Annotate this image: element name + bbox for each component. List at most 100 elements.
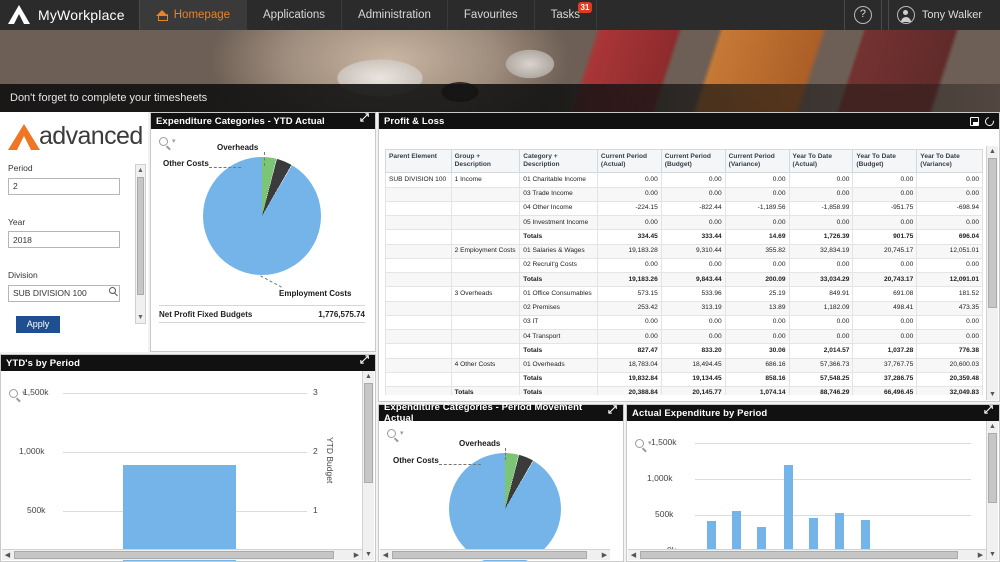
scroll-thumb[interactable] bbox=[14, 551, 334, 559]
cell-group bbox=[450, 257, 521, 274]
table-header-cell-1[interactable]: Group + Description bbox=[450, 149, 521, 174]
zoom-icon[interactable] bbox=[635, 439, 644, 448]
actual-vertical-scrollbar[interactable]: ▲ ▼ bbox=[986, 421, 998, 560]
table-header-cell-2[interactable]: Category + Description bbox=[519, 149, 598, 174]
scroll-up-arrow[interactable]: ▲ bbox=[987, 421, 998, 432]
scroll-up-arrow[interactable]: ▲ bbox=[136, 165, 145, 176]
table-row[interactable]: 03 Trade Income 0.00 0.00 0.00 0.00 0.00 0.00 bbox=[385, 186, 983, 202]
scroll-left-arrow[interactable]: ◀ bbox=[2, 550, 13, 561]
ytd-vertical-scrollbar[interactable]: ▲ ▼ bbox=[362, 371, 374, 560]
profit-loss-table-scroll[interactable]: Parent Element Group + Description Category… bbox=[385, 149, 983, 395]
scroll-down-arrow[interactable]: ▼ bbox=[363, 549, 374, 560]
pie-chart-expenditure-ytd[interactable] bbox=[203, 157, 321, 275]
profit-loss-vertical-scrollbar[interactable]: ▲ ▼ bbox=[986, 146, 998, 400]
bar-period-1[interactable] bbox=[707, 521, 716, 551]
nav-item-tasks[interactable]: Tasks 31 bbox=[535, 0, 597, 30]
panel-header-profit-loss: Profit & Loss bbox=[379, 113, 999, 129]
bar-period-2[interactable] bbox=[732, 511, 741, 551]
actual-horizontal-scrollbar[interactable]: ◀ ▶ bbox=[628, 549, 986, 560]
division-input[interactable] bbox=[8, 284, 120, 302]
cell-value-2: 13.89 bbox=[724, 300, 790, 316]
table-row[interactable]: 04 Other Income -224.15 -822.44 -1,189.56 -1… bbox=[385, 200, 983, 217]
scroll-thumb[interactable] bbox=[640, 551, 958, 559]
sidebar-scrollbar[interactable]: ▲ ▼ bbox=[135, 164, 146, 324]
scroll-right-arrow[interactable]: ▶ bbox=[599, 550, 610, 561]
table-header-cell-8[interactable]: Year To Date (Variance) bbox=[916, 149, 983, 174]
save-icon[interactable] bbox=[970, 116, 979, 126]
refresh-icon[interactable] bbox=[983, 114, 996, 128]
table-row[interactable]: 2 Employment Costs 01 Salaries & Wages 19,… bbox=[385, 243, 983, 259]
table-row[interactable]: Totals 334.45 333.44 14.69 1,726.39 901.75 696… bbox=[385, 229, 983, 245]
scroll-left-arrow[interactable]: ◀ bbox=[628, 550, 639, 561]
table-row[interactable]: 03 IT 0.00 0.00 0.00 0.00 0.00 0.00 bbox=[385, 314, 983, 331]
scroll-down-arrow[interactable]: ▼ bbox=[987, 549, 998, 560]
nav-item-applications[interactable]: Applications bbox=[247, 0, 343, 30]
table-row[interactable]: Totals 19,832.84 19,134.45 858.16 57,548.25 3… bbox=[385, 371, 983, 387]
scroll-thumb[interactable] bbox=[988, 433, 997, 503]
table-header-cell-7[interactable]: Year To Date (Budget) bbox=[852, 149, 918, 174]
scroll-right-arrow[interactable]: ▶ bbox=[351, 550, 362, 561]
table-header-cell-6[interactable]: Year To Date (Actual) bbox=[788, 149, 854, 174]
scroll-up-arrow[interactable]: ▲ bbox=[987, 146, 998, 157]
scroll-up-arrow[interactable]: ▲ bbox=[363, 371, 374, 382]
search-icon[interactable] bbox=[109, 287, 116, 294]
table-row[interactable]: 4 Other Costs 01 Overheads 18,783.04 18,494… bbox=[385, 357, 983, 373]
bar-period-7[interactable] bbox=[861, 520, 870, 551]
table-row[interactable]: Totals Totals 20,388.84 20,145.77 1,074.14 88… bbox=[385, 385, 983, 395]
table-row[interactable]: Totals 827.47 833.20 30.06 2,014.57 1,037.28 7… bbox=[385, 343, 983, 359]
table-row[interactable]: 04 Transport 0.00 0.00 0.00 0.00 0.00 0.00 bbox=[385, 329, 983, 345]
expand-icon[interactable] bbox=[360, 112, 370, 126]
apply-button[interactable]: Apply bbox=[16, 315, 60, 333]
scroll-thumb[interactable] bbox=[137, 177, 144, 295]
bar-period-4[interactable] bbox=[784, 465, 793, 551]
zoom-icon[interactable] bbox=[159, 137, 168, 146]
table-row[interactable]: SUB DIVISION 100 1 Income 01 Charitable In… bbox=[385, 172, 983, 188]
table-header-cell-3[interactable]: Current Period (Actual) bbox=[596, 149, 662, 174]
pie-chart-expenditure-period-movement[interactable] bbox=[449, 453, 561, 561]
scroll-left-arrow[interactable]: ◀ bbox=[380, 550, 391, 561]
table-header-cell-5[interactable]: Current Period (Variance) bbox=[724, 149, 790, 174]
table-row[interactable]: 02 Premises 253.42 313.19 13.89 1,182.09 498.… bbox=[385, 300, 983, 316]
table-header-cell-0[interactable]: Parent Element bbox=[385, 149, 452, 174]
cell-value-4: 1,037.28 bbox=[852, 343, 918, 359]
expand-icon[interactable] bbox=[984, 404, 994, 418]
scroll-down-arrow[interactable]: ▼ bbox=[987, 389, 998, 400]
zoom-icon[interactable] bbox=[387, 429, 396, 438]
scroll-thumb[interactable] bbox=[988, 158, 997, 308]
table-row[interactable]: 02 Recruit'g Costs 0.00 0.00 0.00 0.00 0.00 0.… bbox=[385, 257, 983, 274]
table-row[interactable]: 3 Overheads 01 Office Consumables 573.15 53… bbox=[385, 286, 983, 302]
help-button[interactable]: ? bbox=[843, 0, 882, 30]
zoom-caret-icon[interactable]: ▾ bbox=[172, 137, 176, 145]
bar-period-3[interactable] bbox=[757, 527, 766, 551]
user-menu-button[interactable]: Tony Walker bbox=[887, 0, 992, 30]
bar-period-5[interactable] bbox=[809, 518, 818, 551]
cell-value-1: 333.44 bbox=[660, 229, 726, 245]
panel-header-icons-actual bbox=[984, 404, 994, 418]
cell-value-1: 18,494.45 bbox=[660, 357, 726, 373]
nav-item-administration[interactable]: Administration bbox=[342, 0, 448, 30]
scroll-down-arrow[interactable]: ▼ bbox=[136, 312, 145, 323]
cell-value-1: -822.44 bbox=[660, 200, 726, 217]
scroll-thumb[interactable] bbox=[392, 551, 587, 559]
year-input[interactable] bbox=[8, 231, 120, 248]
nav-item-favourites[interactable]: Favourites bbox=[448, 0, 535, 30]
bar-period-6[interactable] bbox=[835, 513, 844, 551]
expand-icon[interactable] bbox=[360, 354, 370, 368]
period-input[interactable] bbox=[8, 177, 120, 195]
bar-period-1[interactable] bbox=[123, 465, 236, 561]
panel-header-icons-profit-loss bbox=[970, 114, 996, 128]
cell-value-5: 0.00 bbox=[916, 314, 983, 331]
pm-horizontal-scrollbar[interactable]: ◀ ▶ bbox=[380, 549, 610, 560]
zoom-caret-icon[interactable]: ▾ bbox=[400, 429, 404, 437]
scroll-thumb[interactable] bbox=[364, 383, 373, 483]
expand-icon[interactable] bbox=[608, 404, 618, 418]
table-row[interactable]: 05 Investment Income 0.00 0.00 0.00 0.00 0.00… bbox=[385, 215, 983, 231]
nav-item-homepage[interactable]: Homepage bbox=[139, 0, 248, 30]
cell-value-0: 18,783.04 bbox=[596, 357, 662, 373]
table-row[interactable]: Totals 19,183.26 9,843.44 200.09 33,034.29 20… bbox=[385, 272, 983, 288]
cell-value-4: 901.75 bbox=[852, 229, 918, 245]
table-header-cell-4[interactable]: Current Period (Budget) bbox=[660, 149, 726, 174]
zoom-icon[interactable] bbox=[9, 389, 18, 398]
ytd-horizontal-scrollbar[interactable]: ◀ ▶ bbox=[2, 549, 362, 560]
scroll-right-arrow[interactable]: ▶ bbox=[975, 550, 986, 561]
